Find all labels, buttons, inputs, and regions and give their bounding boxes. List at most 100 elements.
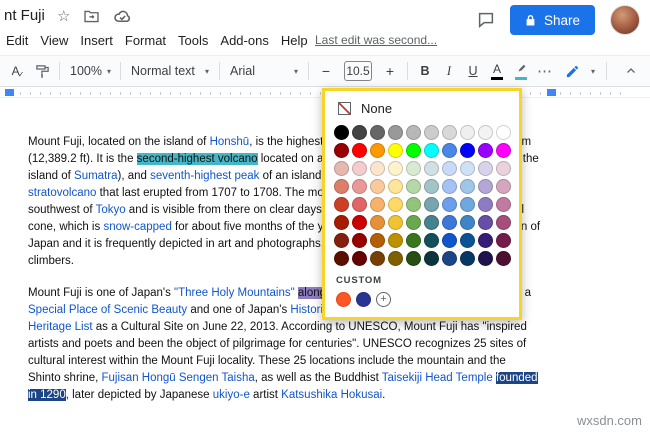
doc-link[interactable]: Fujisan Hongū Sengen Taisha (102, 372, 255, 384)
color-swatch[interactable] (459, 160, 475, 176)
color-swatch[interactable] (405, 178, 421, 194)
color-swatch[interactable] (405, 232, 421, 248)
color-swatch[interactable] (495, 214, 511, 230)
menu-item-view[interactable]: View (34, 31, 74, 50)
color-swatch[interactable] (441, 160, 457, 176)
collapse-toolbar-button[interactable] (620, 59, 642, 83)
color-swatch[interactable] (477, 196, 493, 212)
color-swatch[interactable] (495, 250, 511, 266)
color-swatch[interactable] (333, 196, 349, 212)
color-swatch[interactable] (459, 250, 475, 266)
color-swatch[interactable] (369, 214, 385, 230)
menu-item-add-ons[interactable]: Add-ons (214, 31, 274, 50)
color-swatch[interactable] (351, 160, 367, 176)
custom-color-swatch[interactable] (356, 292, 371, 307)
color-swatch[interactable] (495, 142, 511, 158)
style-dropdown[interactable]: Normal text ▾ (127, 59, 213, 83)
paint-format-button[interactable] (31, 59, 53, 83)
increase-font-button[interactable]: + (379, 59, 401, 83)
none-option[interactable]: None (332, 96, 512, 120)
color-swatch[interactable] (441, 124, 457, 140)
color-swatch[interactable] (387, 250, 403, 266)
text-color-button[interactable]: A (486, 59, 508, 83)
last-edit-link[interactable]: Last edit was second... (315, 33, 437, 47)
color-swatch[interactable] (387, 214, 403, 230)
ruler-left-marker[interactable] (5, 89, 14, 96)
color-swatch[interactable] (423, 160, 439, 176)
color-swatch[interactable] (459, 232, 475, 248)
custom-color-swatch[interactable] (336, 292, 351, 307)
menu-item-insert[interactable]: Insert (74, 31, 119, 50)
doc-link[interactable]: snow-capped (103, 221, 171, 233)
doc-link[interactable]: Taisekiji Head Temple (382, 372, 493, 384)
color-swatch[interactable] (477, 160, 493, 176)
color-swatch[interactable] (351, 142, 367, 158)
color-swatch[interactable] (351, 250, 367, 266)
ruler-right-marker[interactable] (547, 89, 556, 96)
color-swatch[interactable] (387, 142, 403, 158)
avatar[interactable] (610, 5, 640, 35)
color-swatch[interactable] (441, 178, 457, 194)
color-swatch[interactable] (351, 178, 367, 194)
doc-link[interactable]: "Three Holy Mountains" (174, 287, 295, 299)
font-dropdown[interactable]: Arial ▾ (226, 59, 302, 83)
share-button[interactable]: Share (509, 5, 595, 35)
star-icon[interactable]: ☆ (57, 9, 70, 24)
color-swatch[interactable] (459, 214, 475, 230)
color-swatch[interactable] (441, 232, 457, 248)
color-swatch[interactable] (369, 250, 385, 266)
color-swatch[interactable] (333, 178, 349, 194)
color-swatch[interactable] (387, 196, 403, 212)
color-swatch[interactable] (351, 124, 367, 140)
editing-mode-dropdown[interactable]: ▾ (559, 64, 601, 79)
color-swatch[interactable] (477, 250, 493, 266)
color-swatch[interactable] (387, 232, 403, 248)
menu-item-edit[interactable]: Edit (0, 31, 34, 50)
doc-link[interactable]: seventh-highest peak (150, 170, 259, 182)
color-swatch[interactable] (423, 214, 439, 230)
color-swatch[interactable] (423, 178, 439, 194)
color-swatch[interactable] (333, 124, 349, 140)
color-swatch[interactable] (477, 232, 493, 248)
zoom-dropdown[interactable]: 100% ▾ (66, 59, 114, 83)
color-swatch[interactable] (333, 232, 349, 248)
color-swatch[interactable] (495, 178, 511, 194)
doc-link[interactable]: Special Place of Scenic Beauty (28, 304, 187, 316)
color-swatch[interactable] (351, 232, 367, 248)
color-swatch[interactable] (333, 250, 349, 266)
color-swatch[interactable] (369, 142, 385, 158)
underline-button[interactable]: U (462, 59, 484, 83)
color-swatch[interactable] (405, 250, 421, 266)
color-swatch[interactable] (405, 214, 421, 230)
menu-item-format[interactable]: Format (119, 31, 172, 50)
add-custom-color-button[interactable]: + (376, 292, 391, 307)
color-swatch[interactable] (387, 178, 403, 194)
color-swatch[interactable] (369, 232, 385, 248)
decrease-font-button[interactable]: − (315, 59, 337, 83)
color-swatch[interactable] (387, 124, 403, 140)
color-swatch[interactable] (477, 214, 493, 230)
color-swatch[interactable] (423, 250, 439, 266)
color-swatch[interactable] (423, 142, 439, 158)
color-swatch[interactable] (477, 142, 493, 158)
color-swatch[interactable] (405, 196, 421, 212)
color-swatch[interactable] (423, 196, 439, 212)
color-swatch[interactable] (477, 124, 493, 140)
color-swatch[interactable] (441, 196, 457, 212)
color-swatch[interactable] (459, 142, 475, 158)
comment-icon[interactable] (477, 11, 495, 29)
color-swatch[interactable] (405, 142, 421, 158)
doc-link[interactable]: Tokyo (96, 204, 126, 216)
color-swatch[interactable] (369, 160, 385, 176)
color-swatch[interactable] (441, 214, 457, 230)
color-swatch[interactable] (333, 214, 349, 230)
menu-item-help[interactable]: Help (275, 31, 314, 50)
more-toolbar-button[interactable]: ⋯ (534, 59, 556, 83)
bold-button[interactable]: B (414, 59, 436, 83)
color-swatch[interactable] (369, 178, 385, 194)
doc-status-icon[interactable] (113, 9, 132, 24)
color-swatch[interactable] (387, 160, 403, 176)
highlight-color-button[interactable] (510, 59, 532, 83)
menu-item-tools[interactable]: Tools (172, 31, 214, 50)
color-swatch[interactable] (441, 142, 457, 158)
